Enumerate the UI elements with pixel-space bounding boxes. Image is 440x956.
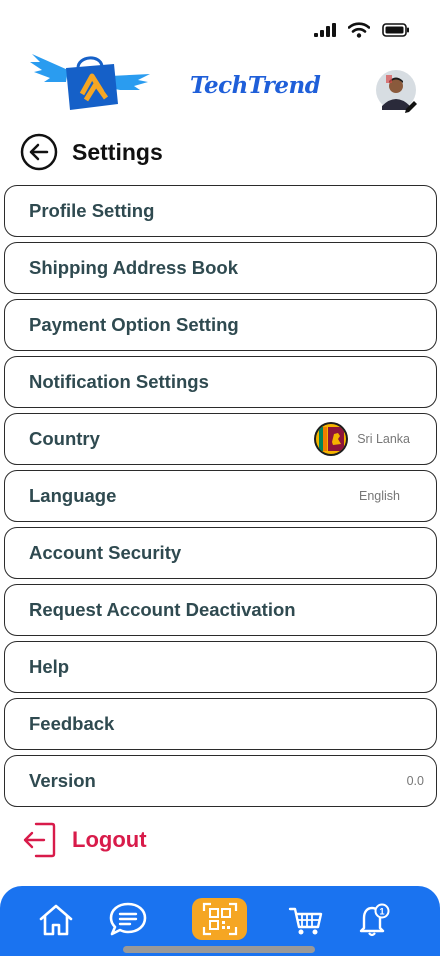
nav-messages[interactable]: [106, 898, 150, 942]
qr-scan-icon: [202, 902, 237, 936]
setting-label: Notification Settings: [29, 371, 209, 392]
wifi-icon: [348, 22, 370, 38]
setting-label: Feedback: [29, 713, 115, 734]
logout-icon: [23, 822, 56, 858]
edit-pencil-icon[interactable]: [402, 98, 420, 116]
setting-shipping-address-book[interactable]: Shipping Address Book: [4, 242, 437, 294]
setting-label: Request Account Deactivation: [29, 599, 296, 620]
back-button[interactable]: [20, 133, 58, 171]
notification-count: 1: [379, 907, 384, 917]
setting-request-deactivation[interactable]: Request Account Deactivation: [4, 584, 437, 636]
arrow-left-icon: [20, 133, 58, 171]
cart-icon: [288, 907, 323, 935]
brand-name: TechTrend: [190, 72, 321, 99]
chat-icon: [109, 902, 147, 936]
country-value: Sri Lanka: [357, 432, 410, 446]
header: TechTrend: [0, 50, 440, 130]
home-icon: [39, 904, 73, 936]
home-indicator: [123, 946, 315, 953]
brand-logo[interactable]: TechTrend: [30, 50, 321, 120]
logout-label: Logout: [72, 827, 147, 852]
battery-icon: [382, 23, 409, 37]
setting-country[interactable]: Country Sri Lanka: [4, 413, 437, 465]
setting-version[interactable]: Version 0.0: [4, 755, 437, 807]
settings-header: Settings: [20, 132, 163, 172]
nav-home[interactable]: [34, 898, 78, 942]
notification-bell-icon: 1: [359, 903, 390, 937]
setting-account-security[interactable]: Account Security: [4, 527, 437, 579]
logout-button[interactable]: Logout: [22, 822, 147, 858]
status-icons: [314, 22, 410, 38]
profile-avatar[interactable]: [376, 70, 417, 113]
setting-label: Account Security: [29, 542, 182, 563]
setting-feedback[interactable]: Feedback: [4, 698, 437, 750]
status-bar: [0, 0, 440, 50]
nav-notifications[interactable]: 1: [352, 898, 396, 942]
setting-language[interactable]: Language English: [4, 470, 437, 522]
language-value: English: [359, 489, 400, 503]
setting-label: Shipping Address Book: [29, 257, 238, 278]
setting-label: Payment Option Setting: [29, 314, 239, 335]
sri-lanka-flag-icon: [314, 422, 348, 456]
settings-list: Profile Setting Shipping Address Book Pa…: [4, 185, 437, 812]
setting-label: Version: [29, 770, 96, 791]
setting-label: Profile Setting: [29, 200, 155, 221]
version-value: 0.0: [406, 774, 424, 788]
setting-help[interactable]: Help: [4, 641, 437, 693]
setting-payment-option[interactable]: Payment Option Setting: [4, 299, 437, 351]
winged-shopping-bag-logo-icon: [30, 54, 150, 110]
setting-label: Country: [29, 428, 100, 449]
nav-qr-scan[interactable]: [192, 898, 247, 940]
setting-label: Help: [29, 656, 70, 677]
setting-profile[interactable]: Profile Setting: [4, 185, 437, 237]
setting-label: Language: [29, 485, 117, 506]
setting-notifications[interactable]: Notification Settings: [4, 356, 437, 408]
cellular-signal-icon: [314, 23, 336, 37]
page-title: Settings: [72, 138, 163, 165]
nav-cart[interactable]: [284, 898, 328, 942]
